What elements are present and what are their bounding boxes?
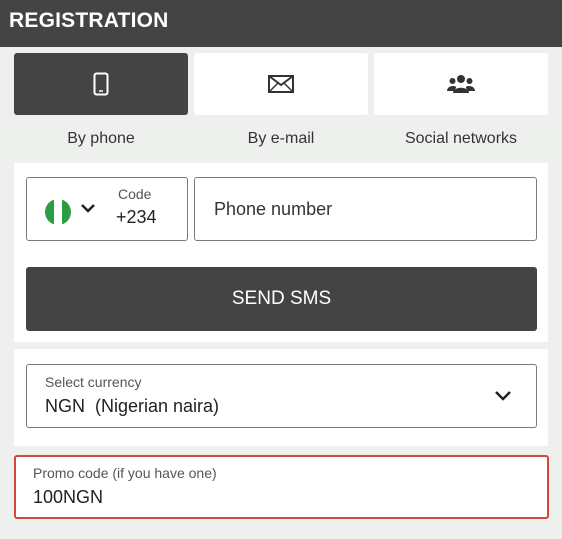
tab-social-networks[interactable] [374, 53, 548, 115]
promo-code-label: Promo code (if you have one) [33, 465, 217, 481]
currency-select[interactable]: Select currency NGN (Nigerian naira) [26, 364, 537, 428]
currency-value: NGN (Nigerian naira) [45, 396, 220, 416]
tab-by-email[interactable] [194, 53, 368, 115]
people-icon [447, 75, 475, 93]
code-label: Code [118, 186, 152, 202]
promo-code-input[interactable] [33, 485, 513, 509]
tab-label-by-email[interactable]: By e-mail [194, 130, 368, 148]
chevron-down-icon [81, 204, 95, 213]
envelope-icon [268, 75, 294, 93]
registration-header: REGISTRATION [0, 0, 562, 47]
tab-label-by-phone[interactable]: By phone [14, 130, 188, 148]
send-sms-button[interactable]: SEND SMS [26, 267, 537, 331]
country-code-selector[interactable]: Code +234 [26, 177, 188, 241]
currency-label: Select currency [45, 374, 142, 390]
nigeria-flag-icon [45, 199, 71, 225]
phone-number-input[interactable] [194, 177, 537, 241]
page-title: REGISTRATION [9, 9, 169, 32]
smartphone-icon [93, 72, 109, 96]
chevron-down-icon [495, 391, 511, 401]
code-value: +234 [116, 207, 157, 227]
promo-code-field[interactable]: Promo code (if you have one) [14, 455, 549, 519]
tab-label-social-networks[interactable]: Social networks [374, 130, 548, 148]
tab-by-phone[interactable] [14, 53, 188, 115]
